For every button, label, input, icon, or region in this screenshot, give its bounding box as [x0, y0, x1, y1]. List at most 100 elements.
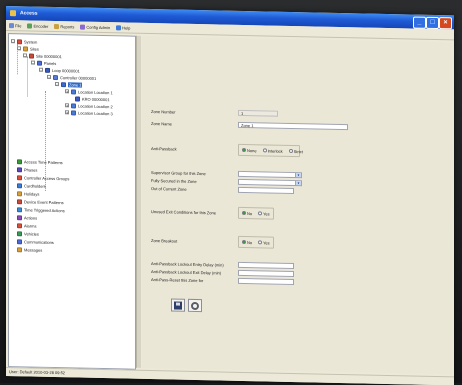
monitor-frame: Access _ □ × File Encoder Reports Config Ad…	[0, 0, 462, 385]
tree-node-label: Actions	[24, 214, 38, 221]
help-icon	[116, 24, 122, 30]
collapse-icon[interactable]: -	[39, 67, 43, 73]
radio-option[interactable]: None	[242, 147, 257, 153]
close-button[interactable]: ×	[439, 17, 452, 30]
radio-option[interactable]: Yes	[258, 240, 270, 245]
tree-node[interactable]: - Loop 00000001	[39, 67, 80, 74]
tree-node-label: Time Triggered Actions	[24, 206, 65, 213]
chevron-down-icon[interactable]: ▼	[295, 181, 301, 186]
app-icon	[10, 10, 16, 17]
tree-node[interactable]: Access Time Patterns	[17, 158, 63, 165]
radio-button-icon[interactable]	[242, 147, 246, 153]
tree-node[interactable]: + Location Location 1	[65, 88, 113, 95]
holidays-icon	[17, 190, 22, 196]
radio-label: Interlock	[267, 147, 283, 154]
radio-option[interactable]: No	[242, 239, 252, 245]
radio-button-icon[interactable]	[262, 148, 267, 153]
tree-node[interactable]: - System	[11, 38, 37, 45]
menu-item-label: Help	[122, 24, 131, 31]
radio-label: Yes	[263, 239, 270, 246]
menu-item-file[interactable]: File	[9, 22, 21, 28]
panel-splitter[interactable]	[136, 35, 141, 368]
save-icon	[174, 301, 182, 310]
radio-button-icon[interactable]	[242, 210, 246, 216]
tree-node[interactable]: Alarms	[17, 222, 36, 228]
tree-node[interactable]: Cardholders	[17, 182, 46, 189]
radio-button-icon[interactable]	[258, 240, 263, 245]
collapse-icon[interactable]: -	[11, 39, 15, 44]
zone-breakout-label: Zone Breakout	[151, 238, 178, 244]
timed-actions-icon	[17, 206, 22, 212]
radio-option[interactable]: Strict	[288, 148, 303, 154]
collapse-icon[interactable]: -	[47, 74, 51, 80]
menu-item-reports[interactable]: Reports	[54, 23, 75, 29]
radio-button-icon[interactable]	[288, 148, 293, 154]
tree-node[interactable]: - Zone 1	[55, 81, 83, 88]
panels-icon	[37, 60, 42, 66]
application-window: Access _ □ × File Encoder Reports Config Ad…	[6, 6, 454, 385]
menu-item-encoder[interactable]: Encoder	[27, 22, 48, 29]
radio-option[interactable]: Interlock	[262, 147, 283, 154]
zone-name-field[interactable]: Zone 1	[238, 121, 348, 131]
fully-secured-select[interactable]: ▼	[238, 178, 302, 187]
expand-icon[interactable]: +	[65, 89, 69, 94]
loop-icon	[45, 67, 50, 73]
tree-node[interactable]: KRO 00000001	[75, 95, 110, 102]
radio-button-icon[interactable]	[258, 211, 263, 216]
zone-icon	[61, 81, 66, 87]
maximize-button[interactable]: □	[426, 16, 439, 30]
anti-passback-group: None Interlock Strict	[238, 143, 303, 158]
zone-properties-form: Zone Number 1 Zone Name Zone 1 Anti-Pass…	[142, 35, 452, 375]
menu-item-help[interactable]: Help	[116, 24, 131, 31]
tree-node[interactable]: Time Triggered Actions	[17, 206, 65, 213]
zone-number-field[interactable]: 1	[238, 109, 278, 117]
tree-node-label: Access Time Patterns	[24, 158, 63, 165]
tree-node[interactable]: - Site 00000001	[23, 52, 62, 59]
radio-option[interactable]: No	[242, 210, 252, 216]
menu-item-label: Reports	[60, 23, 75, 29]
out-of-zone-field[interactable]	[238, 186, 294, 195]
tree-node-label: Location Location 1	[78, 89, 113, 95]
tree-node[interactable]: Messages	[17, 246, 42, 253]
expand-icon[interactable]: +	[65, 110, 69, 115]
collapse-icon[interactable]: -	[23, 53, 27, 58]
tree-node[interactable]: Actions	[17, 214, 37, 220]
anti-passback-reset-label: Anti-Pass-Reset this Zone for	[151, 277, 204, 284]
navigation-tree[interactable]: - System - Sites - Site 00000001- Panels - Loop …	[8, 33, 136, 370]
tree-node[interactable]: - Sites	[17, 45, 39, 51]
save-button[interactable]	[171, 298, 185, 312]
tree-node[interactable]: Phases	[17, 166, 37, 172]
tree-node[interactable]: Vehicles	[17, 230, 39, 236]
anti-passback-reset-field[interactable]	[238, 277, 294, 286]
minimize-button[interactable]: _	[413, 16, 426, 29]
tree-node[interactable]: Device Event Patterns	[17, 198, 64, 205]
fully-secured-label: Fully Secured in the Zone	[151, 178, 197, 184]
expand-icon[interactable]: +	[65, 103, 69, 108]
messages-icon	[17, 246, 22, 252]
radio-label: Strict	[293, 148, 303, 154]
supervisor-group-select[interactable]: ▼	[238, 170, 302, 179]
tree-node-label: Zone 1	[68, 81, 83, 88]
tree-node-label: Site 00000001	[36, 53, 62, 59]
window-title: Access	[20, 10, 38, 17]
controller-icon	[53, 74, 58, 80]
tree-node[interactable]: Holidays	[17, 190, 39, 196]
zone-breakout-group: No Yes	[238, 235, 274, 249]
encoder-icon	[27, 22, 33, 29]
collapse-icon[interactable]: -	[31, 60, 35, 66]
menu-item-config-admin[interactable]: Config Admin	[80, 24, 110, 30]
collapse-icon[interactable]: -	[17, 46, 21, 51]
lockout-entry-field[interactable]	[238, 261, 294, 270]
tree-node[interactable]: - Panels	[31, 60, 56, 67]
collapse-icon[interactable]: -	[55, 82, 59, 87]
radio-button-icon[interactable]	[242, 239, 246, 245]
tree-node[interactable]: - Controller 00000001	[47, 74, 96, 81]
tree-node[interactable]: Communications	[17, 238, 54, 245]
tree-node[interactable]: Controller Access Groups	[17, 174, 69, 181]
tree-node[interactable]: + Location Location 3	[65, 109, 113, 116]
chevron-down-icon[interactable]: ▼	[295, 173, 301, 178]
lockout-exit-field[interactable]	[238, 269, 294, 278]
settings-button[interactable]	[188, 298, 202, 313]
tree-node[interactable]: + Location Location 2	[65, 102, 113, 109]
radio-option[interactable]: Yes	[258, 211, 270, 216]
